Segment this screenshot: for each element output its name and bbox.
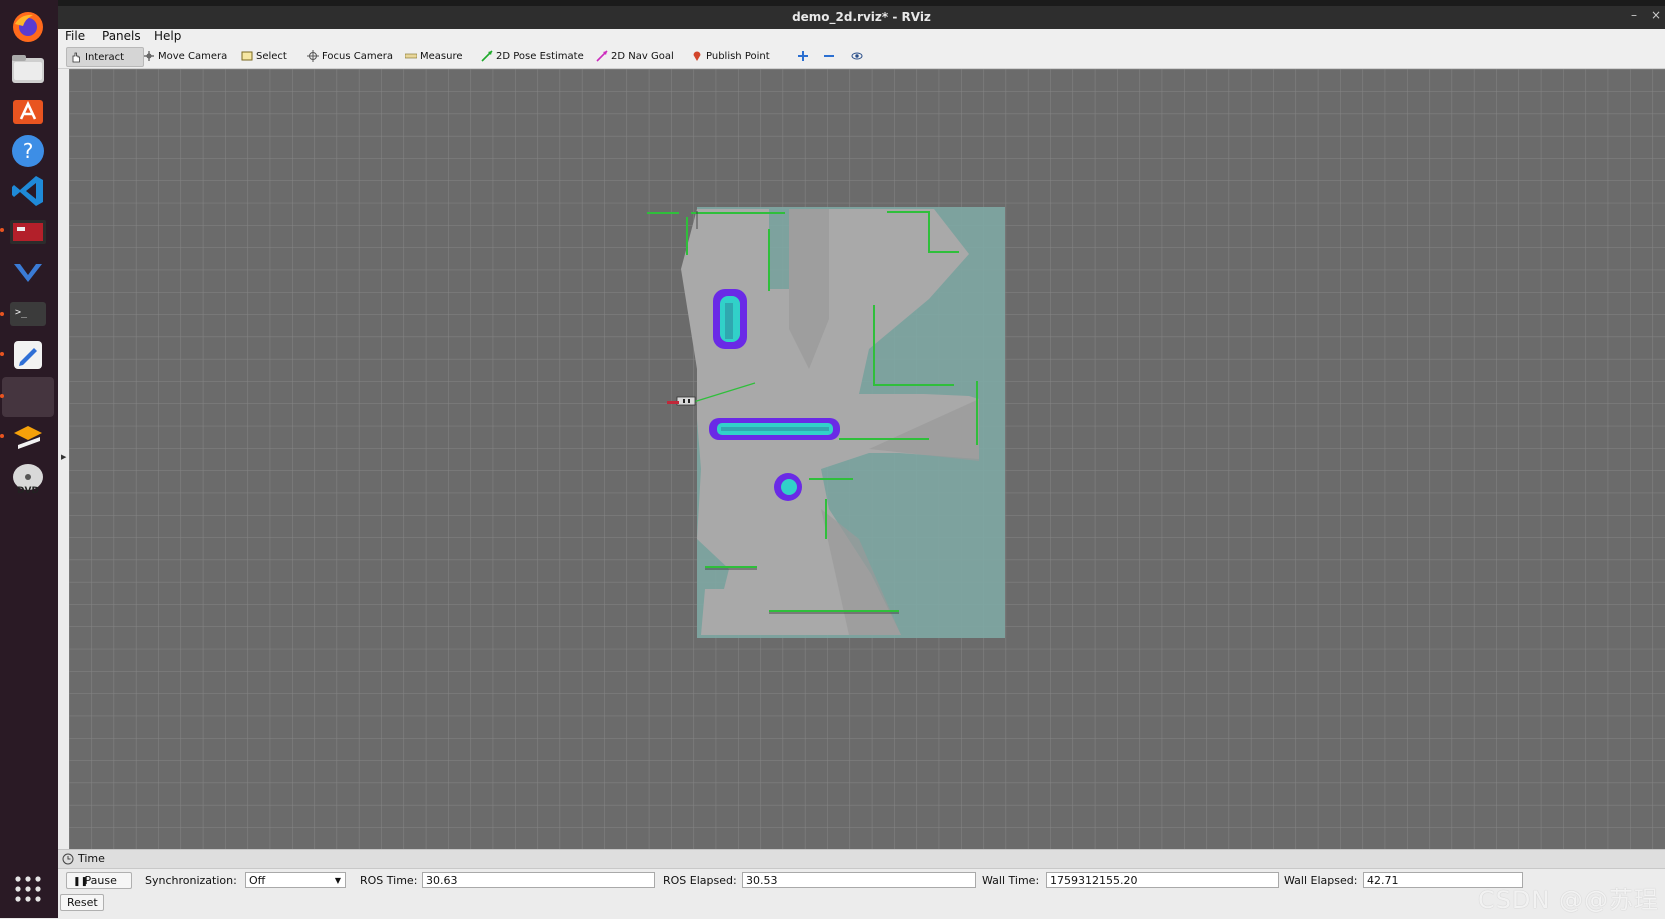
- tool-bar: Interact Move Camera Select Focus Camera…: [58, 45, 1665, 69]
- magenta-arrow-icon: [596, 50, 608, 62]
- pause-button[interactable]: ❚❚ Pause: [66, 872, 132, 889]
- measure-tool[interactable]: Measure: [402, 47, 466, 65]
- tool-properties-button[interactable]: [848, 47, 866, 65]
- focus-camera-label: Focus Camera: [322, 50, 393, 62]
- wall-elapsed-label: Wall Elapsed:: [1284, 874, 1358, 887]
- show-apps-icon[interactable]: [7, 870, 49, 908]
- map-canvas[interactable]: [69, 69, 1665, 849]
- watermark-text: CSDN @@苏珵: [1477, 886, 1659, 914]
- eye-icon: [851, 52, 863, 60]
- svg-text:?: ?: [23, 139, 34, 163]
- vscode-icon[interactable]: [7, 172, 49, 210]
- remove-tool-button[interactable]: [820, 47, 838, 65]
- publish-point-tool[interactable]: Publish Point: [688, 47, 773, 65]
- select-rect-icon: [241, 51, 253, 61]
- running-indicator: [0, 352, 4, 356]
- move-arrows-icon: [144, 51, 154, 61]
- ros-time-label: ROS Time:: [360, 874, 418, 887]
- pose-estimate-label: 2D Pose Estimate: [496, 50, 584, 62]
- minimize-button[interactable]: –: [1631, 8, 1637, 22]
- help-icon[interactable]: ?: [7, 132, 49, 170]
- interact-label: Interact: [85, 51, 125, 63]
- vim-like-icon[interactable]: [7, 254, 49, 292]
- move-camera-tool[interactable]: Move Camera: [140, 47, 230, 65]
- nav-goal-tool[interactable]: 2D Nav Goal: [593, 47, 677, 65]
- pause-label: Pause: [84, 874, 117, 887]
- pose-estimate-tool[interactable]: 2D Pose Estimate: [478, 47, 587, 65]
- text-editor-icon[interactable]: [7, 336, 49, 374]
- render-viewport[interactable]: [69, 69, 1665, 849]
- running-indicator: [0, 434, 4, 438]
- inflation-obstacle-3: [774, 473, 802, 501]
- green-arrow-icon: [481, 50, 493, 62]
- terminal-icon[interactable]: >_: [7, 295, 49, 333]
- move-camera-label: Move Camera: [158, 50, 228, 62]
- window-title: demo_2d.rviz* - RViz: [792, 10, 931, 24]
- nav-goal-label: 2D Nav Goal: [611, 50, 674, 62]
- wall-time-field[interactable]: 1759312155.20: [1046, 872, 1279, 888]
- firefox-icon[interactable]: [7, 8, 49, 46]
- plus-icon: [798, 51, 808, 61]
- sync-value: Off: [249, 874, 266, 887]
- ros-elapsed-label: ROS Elapsed:: [663, 874, 737, 887]
- running-indicator: [0, 312, 4, 316]
- add-tool-button[interactable]: [794, 47, 812, 65]
- files-icon[interactable]: [7, 50, 49, 88]
- select-tool[interactable]: Select: [238, 47, 290, 65]
- interact-tool[interactable]: Interact: [66, 47, 144, 67]
- hand-pointer-icon: [72, 52, 80, 63]
- menu-help[interactable]: Help: [154, 29, 181, 43]
- ruler-icon: [405, 53, 417, 59]
- menu-file[interactable]: File: [65, 29, 85, 43]
- crosshair-icon: [307, 50, 319, 62]
- minus-icon: [824, 55, 834, 57]
- active-app-slot[interactable]: [2, 377, 54, 417]
- wall-time-label: Wall Time:: [982, 874, 1040, 887]
- application-dock: ? >_ DVD: [0, 0, 58, 918]
- svg-text:>_: >_: [15, 307, 28, 318]
- ros-time-field[interactable]: 30.63: [422, 872, 655, 888]
- map-pin-icon: [693, 51, 701, 61]
- publish-point-label: Publish Point: [706, 50, 770, 62]
- window-title-bar: demo_2d.rviz* - RViz – ×: [58, 6, 1665, 29]
- close-button[interactable]: ×: [1651, 8, 1661, 22]
- software-store-icon[interactable]: [7, 91, 49, 129]
- sync-select[interactable]: Off ▼: [245, 872, 346, 888]
- inflation-obstacle-2: [709, 418, 840, 440]
- layers-icon[interactable]: [7, 418, 49, 456]
- menu-bar: File Panels Help: [58, 29, 1665, 45]
- reset-button[interactable]: Reset: [60, 894, 104, 911]
- dvd-icon[interactable]: DVD: [7, 460, 49, 498]
- focus-camera-tool[interactable]: Focus Camera: [304, 47, 396, 65]
- running-indicator: [0, 228, 4, 232]
- measure-label: Measure: [420, 50, 463, 62]
- time-panel: Time ❚❚ Pause Synchronization: Off ▼ ROS…: [58, 849, 1665, 919]
- time-panel-title: Time: [78, 852, 105, 865]
- time-panel-header: Time: [58, 850, 1665, 869]
- pause-icon: ❚❚: [73, 877, 89, 887]
- menu-panels[interactable]: Panels: [102, 29, 141, 43]
- sync-label: Synchronization:: [145, 874, 237, 887]
- select-label: Select: [256, 50, 287, 62]
- inflation-obstacle-1: [713, 289, 747, 349]
- chevron-down-icon: ▼: [334, 876, 341, 885]
- clock-icon: [62, 853, 74, 865]
- running-indicator: [0, 394, 4, 398]
- expand-arrow-icon: ▶: [61, 453, 67, 461]
- ros-elapsed-field[interactable]: 30.53: [742, 872, 976, 888]
- rviz-terminal-icon[interactable]: [7, 213, 49, 251]
- svg-text:DVD: DVD: [17, 486, 39, 496]
